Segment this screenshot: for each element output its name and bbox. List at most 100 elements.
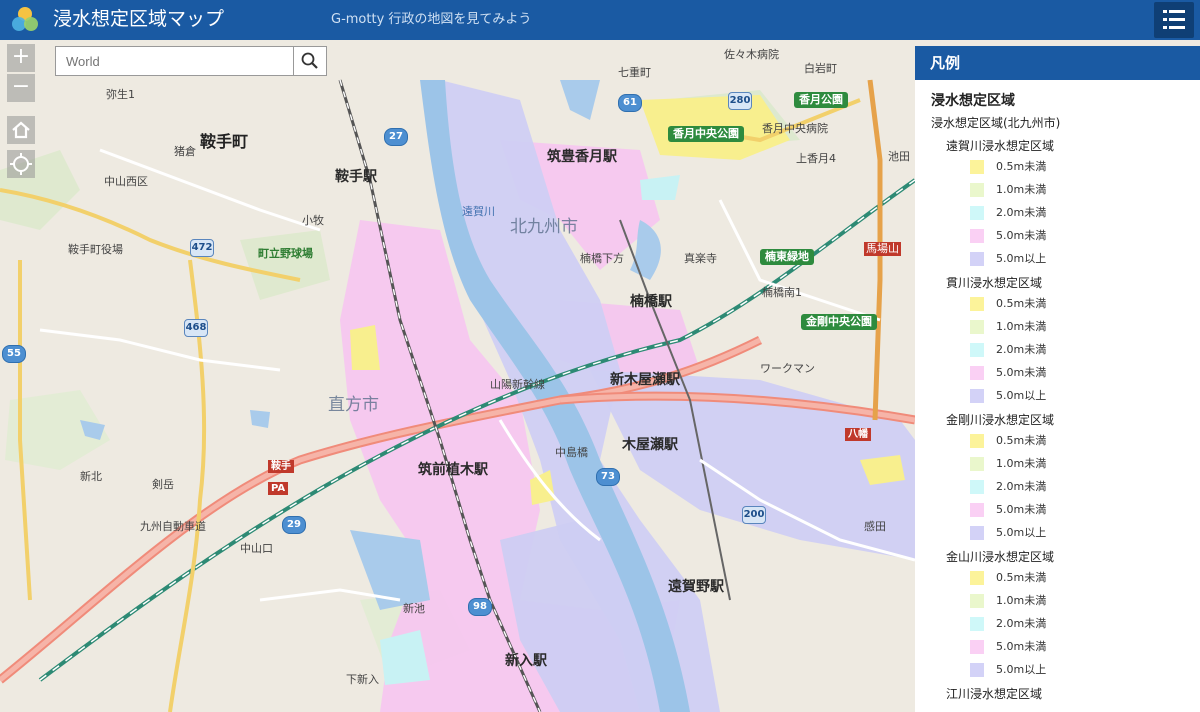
legend-river-group: 金剛川浸水想定区域 0.5m未満 1.0m未満 2.0m未満 5.0m未満 5.0m以上 bbox=[931, 410, 1200, 545]
map-label-baseball: 町立野球場 bbox=[258, 247, 313, 260]
map-label-kusubashi-minami: 楠橋南1 bbox=[762, 286, 802, 299]
legend-item-label: 5.0m以上 bbox=[996, 526, 1047, 539]
route-shield-98: 98 bbox=[468, 598, 492, 616]
legend-swatch bbox=[970, 229, 984, 243]
legend-item-label: 2.0m未満 bbox=[996, 617, 1047, 630]
zoom-in-button[interactable]: + bbox=[7, 44, 35, 72]
map-canvas bbox=[0, 40, 915, 712]
map-label-ikeda: 池田 bbox=[888, 150, 910, 163]
map-label-kusubashi-green: 楠東緑地 bbox=[760, 249, 814, 265]
search-button[interactable] bbox=[293, 47, 326, 75]
map-label-babayama: 馬場山 bbox=[864, 242, 901, 256]
route-shield-27: 27 bbox=[384, 128, 408, 146]
map-label-ongano: 遠賀野駅 bbox=[668, 579, 724, 595]
legend-item-label: 0.5m未満 bbox=[996, 571, 1047, 584]
map-label-kamikozuki: 上香月4 bbox=[796, 152, 836, 165]
map-label-koyanose: 木屋瀬駅 bbox=[622, 437, 678, 453]
legend-swatch bbox=[970, 297, 984, 311]
map-label-shinkoyanose: 新木屋瀬駅 bbox=[610, 372, 680, 388]
route-shield-472: 472 bbox=[190, 239, 214, 257]
list-menu-button[interactable] bbox=[1154, 2, 1194, 38]
legend-item: 5.0m以上 bbox=[954, 659, 1200, 682]
map-label-nakayamaguchi: 中山口 bbox=[240, 542, 273, 555]
legend-swatch bbox=[970, 640, 984, 654]
legend-item: 1.0m未満 bbox=[954, 179, 1200, 202]
legend-item: 2.0m未満 bbox=[954, 613, 1200, 636]
legend-swatch bbox=[970, 480, 984, 494]
legend-item-label: 5.0m未満 bbox=[996, 640, 1047, 653]
route-shield-468: 468 bbox=[184, 319, 208, 337]
map-label-workman: ワークマン bbox=[760, 362, 815, 375]
app-subtitle: G-motty 行政の地図を見てみよう bbox=[331, 12, 532, 27]
legend-item-label: 5.0m以上 bbox=[996, 389, 1047, 402]
legend-subtitle: 浸水想定区域(北九州市) bbox=[931, 116, 1061, 130]
legend-item-label: 5.0m未満 bbox=[996, 366, 1047, 379]
map-label-shinkansen: 山陽新幹線 bbox=[490, 378, 545, 391]
search-input[interactable] bbox=[56, 47, 294, 75]
legend-item-label: 1.0m未満 bbox=[996, 457, 1047, 470]
map-label-shinkita: 新北 bbox=[80, 470, 102, 483]
map-label-inokura: 猪倉 bbox=[174, 145, 196, 158]
search-icon bbox=[301, 52, 318, 69]
map-label-expressway: 九州自動車道 bbox=[140, 520, 206, 533]
map-label-nogata: 直方市 bbox=[328, 395, 379, 415]
legend-item: 0.5m未満 bbox=[954, 567, 1200, 590]
map-label-yahata-ic: 八幡 bbox=[845, 428, 871, 441]
map-view[interactable]: 鞍手町 鞍手駅 北九州市 直方市 筑前植木駅 筑豊香月駅 楠橋駅 新木屋瀬駅 木… bbox=[0, 40, 915, 712]
hexagon-logo-icon bbox=[10, 5, 40, 35]
app-header: 浸水想定区域マップ G-motty 行政の地図を見てみよう bbox=[0, 0, 1200, 40]
legend-item-label: 5.0m未満 bbox=[996, 503, 1047, 516]
legend-swatch bbox=[970, 389, 984, 403]
home-button[interactable] bbox=[7, 116, 35, 144]
legend-item: 0.5m未満 bbox=[954, 293, 1200, 316]
legend-item-label: 5.0m以上 bbox=[996, 252, 1047, 265]
legend-item: 1.0m未満 bbox=[954, 316, 1200, 339]
route-shield-55: 55 bbox=[2, 345, 26, 363]
map-label-shinike: 新池 bbox=[403, 602, 425, 615]
map-label-kusubashi-station: 楠橋駅 bbox=[630, 294, 672, 310]
legend-item: 5.0m以上 bbox=[954, 385, 1200, 408]
map-label-sasaki-hospital: 佐々木病院 bbox=[724, 48, 779, 61]
map-label-nakajima-bridge: 中島橋 bbox=[555, 446, 588, 459]
legend-item-label: 5.0m以上 bbox=[996, 663, 1047, 676]
zoom-out-button[interactable]: − bbox=[7, 74, 35, 102]
legend-item-label: 0.5m未満 bbox=[996, 434, 1047, 447]
map-label-shiniri: 新入駅 bbox=[505, 653, 547, 669]
legend-swatch bbox=[970, 526, 984, 540]
map-label-kongo-park: 金剛中央公園 bbox=[801, 314, 877, 330]
locate-button[interactable] bbox=[7, 150, 35, 178]
map-label-onga-river: 遠賀川 bbox=[462, 205, 495, 218]
legend-river-group: 江川浸水想定区域 bbox=[931, 684, 1200, 704]
map-label-kurate-town: 鞍手町 bbox=[200, 132, 249, 151]
route-shield-61: 61 bbox=[618, 94, 642, 112]
map-label-manraku: 真楽寺 bbox=[684, 252, 717, 265]
search-box bbox=[55, 46, 327, 76]
legend-item-label: 5.0m未満 bbox=[996, 229, 1047, 242]
legend-item: 1.0m未満 bbox=[954, 590, 1200, 613]
legend-swatch bbox=[970, 160, 984, 174]
legend-item: 5.0m未満 bbox=[954, 225, 1200, 248]
legend-item: 1.0m未満 bbox=[954, 453, 1200, 476]
legend-river-name: 貫川浸水想定区域 bbox=[946, 276, 1043, 290]
map-label-kozuki-park: 香月公園 bbox=[794, 92, 848, 108]
legend-river-name: 遠賀川浸水想定区域 bbox=[946, 139, 1055, 153]
map-label-kusubashi-shimo: 楠橋下方 bbox=[580, 252, 624, 265]
map-label-shimoshiniri: 下新入 bbox=[346, 673, 379, 686]
legend-item: 2.0m未満 bbox=[954, 202, 1200, 225]
legend-river-list: 遠賀川浸水想定区域 0.5m未満 1.0m未満 2.0m未満 5.0m未満 5.0m以上貫… bbox=[931, 136, 1200, 704]
legend-body: 浸水想定区域 浸水想定区域(北九州市) 遠賀川浸水想定区域 0.5m未満 1.0m未… bbox=[915, 80, 1200, 704]
map-label-chikuzen-ueki: 筑前植木駅 bbox=[418, 462, 488, 478]
map-label-komaki: 小牧 bbox=[302, 214, 324, 227]
map-label-nakayama-west: 中山西区 bbox=[104, 175, 148, 188]
map-label-townhall: 鞍手町役場 bbox=[68, 243, 123, 256]
legend-item-label: 1.0m未満 bbox=[996, 594, 1047, 607]
app-title: 浸水想定区域マップ bbox=[53, 8, 225, 30]
legend-swatch bbox=[970, 252, 984, 266]
legend-item: 5.0m以上 bbox=[954, 248, 1200, 271]
legend-swatch bbox=[970, 457, 984, 471]
legend-river-group: 金山川浸水想定区域 0.5m未満 1.0m未満 2.0m未満 5.0m未満 5.0m以上 bbox=[931, 547, 1200, 682]
legend-panel: 凡例 浸水想定区域 浸水想定区域(北九州市) 遠賀川浸水想定区域 0.5m未満 1.… bbox=[915, 46, 1200, 712]
legend-header: 凡例 bbox=[915, 46, 1200, 80]
map-label-yayoi: 弥生1 bbox=[106, 88, 135, 101]
map-label-kanda: 感田 bbox=[864, 520, 886, 533]
